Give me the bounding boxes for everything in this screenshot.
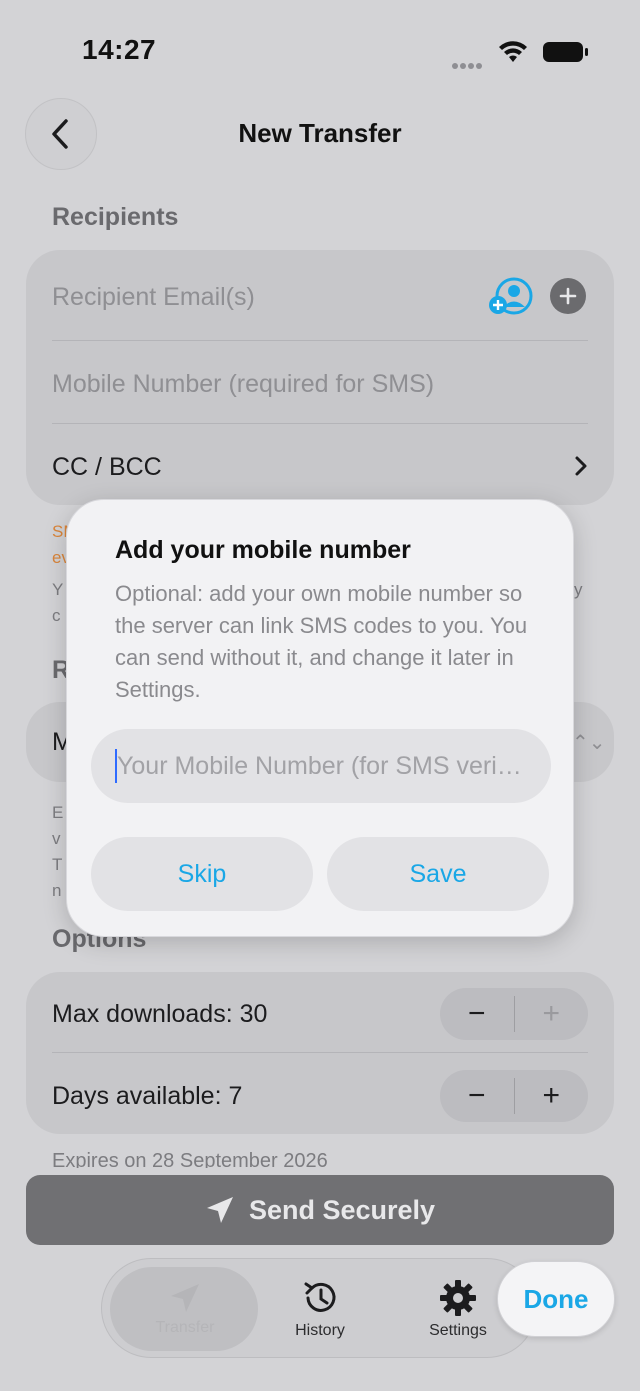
- send-securely-label: Send Securely: [248, 1194, 436, 1225]
- add-mobile-dialog: Add your mobile number Optional: add you…: [66, 499, 574, 937]
- tab-history[interactable]: History: [252, 1259, 388, 1359]
- mobile-number-input[interactable]: Mobile Number (required for SMS): [52, 370, 434, 399]
- recipients-section-title: Recipients: [52, 203, 179, 231]
- status-time: 14:27: [82, 34, 157, 65]
- paper-plane-icon: [206, 1197, 233, 1223]
- divider: [52, 423, 588, 424]
- tab-bar: Transfer History Settings: [101, 1258, 537, 1358]
- tab-settings-label: Settings: [429, 1322, 487, 1339]
- save-button[interactable]: Save: [327, 837, 549, 911]
- page-title: New Transfer: [238, 118, 402, 148]
- plus-icon: [559, 287, 577, 305]
- options-card: Max downloads: 30 − + Days available: 7 …: [26, 972, 614, 1134]
- chevron-right-icon: [574, 455, 588, 482]
- skip-button[interactable]: Skip: [91, 837, 313, 911]
- increment-button[interactable]: +: [515, 1070, 589, 1122]
- dialog-message: Optional: add your own mobile number so …: [115, 581, 528, 702]
- max-downloads-stepper[interactable]: − +: [440, 988, 588, 1040]
- days-available-stepper[interactable]: − +: [440, 1070, 588, 1122]
- chevrons-updown-icon: ⌃⌄: [572, 732, 606, 754]
- decrement-button[interactable]: −: [440, 988, 514, 1040]
- send-securely-button[interactable]: Send Securely: [26, 1175, 614, 1245]
- tab-history-label: History: [295, 1322, 345, 1339]
- add-contact-icon[interactable]: [488, 276, 534, 316]
- dialog-title: Add your mobile number: [115, 536, 411, 564]
- gear-icon: [440, 1280, 476, 1316]
- divider: [52, 340, 588, 341]
- battery-icon: [542, 40, 590, 64]
- note-fragment: Y: [52, 580, 64, 599]
- tab-transfer[interactable]: Transfer: [112, 1259, 258, 1359]
- note-fragment: c: [52, 606, 61, 625]
- paper-plane-icon: [171, 1284, 199, 1312]
- mobile-input-placeholder: Your Mobile Number (for SMS verification…: [117, 751, 527, 780]
- clock-history-icon: [304, 1282, 336, 1312]
- decrement-button[interactable]: −: [440, 1070, 514, 1122]
- note-fragment: EvTn: [52, 803, 64, 900]
- expiry-text: Expires on 28 September 2026: [52, 1150, 328, 1168]
- wifi-icon: [498, 40, 528, 64]
- days-available-label: Days available: 7: [52, 1082, 243, 1110]
- recipients-card: Recipient Email(s) Mobile Number (requir…: [26, 250, 614, 505]
- expiry-text-clip: Expires on 28 September 2026: [52, 1150, 592, 1168]
- recipient-email-input[interactable]: Recipient Email(s): [52, 283, 255, 312]
- cc-bcc-row[interactable]: CC / BCC: [52, 453, 162, 482]
- divider: [52, 1052, 588, 1053]
- your-mobile-number-input[interactable]: Your Mobile Number (for SMS verification…: [91, 729, 551, 803]
- increment-button[interactable]: +: [515, 988, 589, 1040]
- done-button[interactable]: Done: [497, 1261, 615, 1337]
- max-downloads-label: Max downloads: 30: [52, 1000, 268, 1028]
- cellular-signal-icon: [452, 56, 486, 69]
- tab-transfer-label: Transfer: [155, 1319, 215, 1336]
- add-recipient-button[interactable]: [550, 278, 586, 314]
